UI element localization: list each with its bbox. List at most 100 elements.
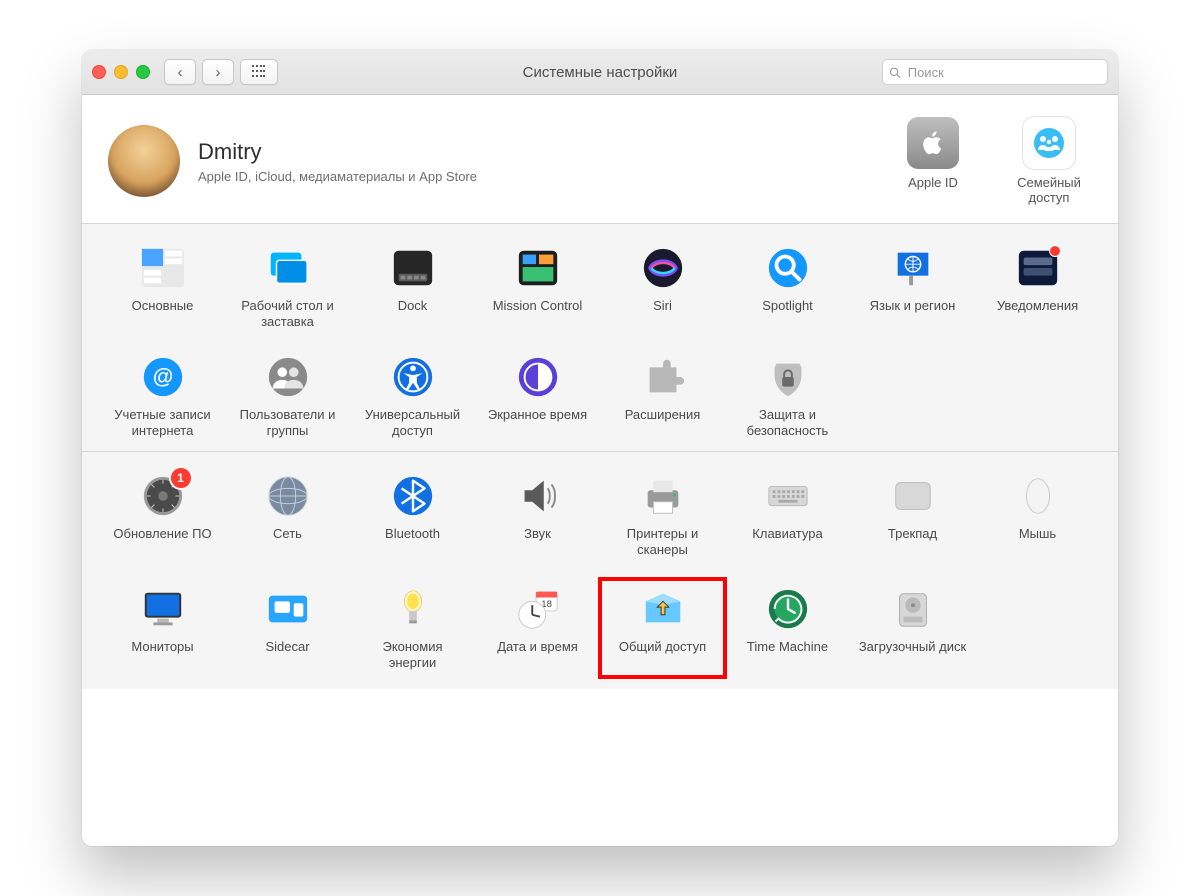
sidecar-icon xyxy=(264,585,312,633)
notifications-pane[interactable]: Уведомления xyxy=(975,238,1100,337)
pane-label: Звук xyxy=(483,526,593,558)
displays-pane[interactable]: Мониторы xyxy=(100,579,225,678)
pane-label: Мышь xyxy=(983,526,1093,558)
zoom-button[interactable] xyxy=(136,65,150,79)
keyboard-pane[interactable]: Клавиатура xyxy=(725,466,850,565)
time-machine-icon xyxy=(764,585,812,633)
software-update-icon: 1 xyxy=(139,472,187,520)
pane-label: Уведомления xyxy=(983,298,1093,330)
apple-id-pane[interactable]: Apple ID xyxy=(890,117,976,205)
apple-id-icon xyxy=(907,117,959,169)
keyboard-icon xyxy=(764,472,812,520)
account-name: Dmitry xyxy=(198,139,477,165)
mission-control-icon xyxy=(514,244,562,292)
svg-text:@: @ xyxy=(152,365,173,388)
back-button[interactable]: ‹ xyxy=(164,59,196,85)
avatar[interactable] xyxy=(108,125,180,197)
prefs-row-3: 1 Обновление ПО Сеть Bluetooth Звук Прин… xyxy=(82,452,1118,689)
pane-label: Дата и время xyxy=(483,639,593,671)
pane-label: Универсальный доступ xyxy=(358,407,468,440)
pane-label: Spotlight xyxy=(733,298,843,330)
pane-label: Dock xyxy=(358,298,468,330)
account-section: Dmitry Apple ID, iCloud, медиаматериалы … xyxy=(82,95,1118,223)
trackpad-icon xyxy=(889,472,937,520)
update-badge: 1 xyxy=(169,466,193,490)
pane-label: Siri xyxy=(608,298,718,330)
notifications-icon xyxy=(1014,244,1062,292)
energy-pane[interactable]: Экономия энергии xyxy=(350,579,475,678)
minimize-button[interactable] xyxy=(114,65,128,79)
sharing-icon xyxy=(639,585,687,633)
pane-label: Экономия энергии xyxy=(358,639,468,672)
mouse-icon xyxy=(1014,472,1062,520)
bluetooth-icon xyxy=(389,472,437,520)
screen-time-icon xyxy=(514,353,562,401)
family-sharing-pane[interactable]: Семейный доступ xyxy=(1006,117,1092,205)
pane-label: Обновление ПО xyxy=(108,526,218,558)
grid-icon xyxy=(252,65,266,79)
internet-accounts-icon: @ xyxy=(139,353,187,401)
search-field[interactable] xyxy=(882,59,1108,85)
pane-label: Трекпад xyxy=(858,526,968,558)
accessibility-icon xyxy=(389,353,437,401)
users-groups-pane[interactable]: Пользователи и группы xyxy=(225,347,350,446)
spotlight-pane[interactable]: Spotlight xyxy=(725,238,850,337)
pane-label: Расширения xyxy=(608,407,718,439)
window-controls xyxy=(92,65,150,79)
startup-disk-icon xyxy=(889,585,937,633)
pane-label: Сеть xyxy=(233,526,343,558)
pane-label: Пользователи и группы xyxy=(233,407,343,440)
search-icon xyxy=(889,66,901,79)
system-preferences-window: ‹ › Системные настройки Dmitry Apple ID,… xyxy=(82,50,1118,846)
chevron-right-icon: › xyxy=(216,64,221,81)
sidecar-pane[interactable]: Sidecar xyxy=(225,579,350,678)
date-time-pane[interactable]: 18 Дата и время xyxy=(475,579,600,678)
software-update-pane[interactable]: 1 Обновление ПО xyxy=(100,466,225,565)
pane-label: Основные xyxy=(108,298,218,330)
pane-label: Защита и безопасность xyxy=(733,407,843,440)
mouse-pane[interactable]: Мышь xyxy=(975,466,1100,565)
notification-dot xyxy=(1049,245,1061,257)
internet-accounts-pane[interactable]: @ Учетные записи интернета xyxy=(100,347,225,446)
sound-pane[interactable]: Звук xyxy=(475,466,600,565)
security-pane[interactable]: Защита и безопасность xyxy=(725,347,850,446)
sharing-pane[interactable]: Общий доступ xyxy=(600,579,725,678)
pane-label: Клавиатура xyxy=(733,526,843,558)
printers-pane[interactable]: Принтеры и сканеры xyxy=(600,466,725,565)
titlebar: ‹ › Системные настройки xyxy=(82,50,1118,95)
time-machine-pane[interactable]: Time Machine xyxy=(725,579,850,678)
pane-label: Mission Control xyxy=(483,298,593,330)
show-all-button[interactable] xyxy=(240,59,278,85)
network-icon xyxy=(264,472,312,520)
language-icon xyxy=(889,244,937,292)
language-pane[interactable]: Язык и регион xyxy=(850,238,975,337)
pane-label: Семейный доступ xyxy=(1006,175,1092,205)
account-subtitle: Apple ID, iCloud, медиаматериалы и App S… xyxy=(198,169,477,184)
pane-label: Apple ID xyxy=(890,175,976,190)
desktop-pane[interactable]: Рабочий стол и заставка xyxy=(225,238,350,337)
trackpad-pane[interactable]: Трекпад xyxy=(850,466,975,565)
security-icon xyxy=(764,353,812,401)
pane-label: Учетные записи интернета xyxy=(108,407,218,440)
prefs-row-1: Основные Рабочий стол и заставка Dock Mi… xyxy=(82,224,1118,451)
pane-label: Bluetooth xyxy=(358,526,468,558)
extensions-icon xyxy=(639,353,687,401)
screen-time-pane[interactable]: Экранное время xyxy=(475,347,600,446)
accessibility-pane[interactable]: Универсальный доступ xyxy=(350,347,475,446)
network-pane[interactable]: Сеть xyxy=(225,466,350,565)
pane-label: Sidecar xyxy=(233,639,343,671)
mission-control-pane[interactable]: Mission Control xyxy=(475,238,600,337)
pane-label: Time Machine xyxy=(733,639,843,671)
close-button[interactable] xyxy=(92,65,106,79)
forward-button[interactable]: › xyxy=(202,59,234,85)
general-pane[interactable]: Основные xyxy=(100,238,225,337)
sound-icon xyxy=(514,472,562,520)
printers-icon xyxy=(639,472,687,520)
bluetooth-pane[interactable]: Bluetooth xyxy=(350,466,475,565)
siri-pane[interactable]: Siri xyxy=(600,238,725,337)
extensions-pane[interactable]: Расширения xyxy=(600,347,725,446)
dock-pane[interactable]: Dock xyxy=(350,238,475,337)
search-input[interactable] xyxy=(906,64,1101,81)
displays-icon xyxy=(139,585,187,633)
startup-disk-pane[interactable]: Загрузочный диск xyxy=(850,579,975,678)
